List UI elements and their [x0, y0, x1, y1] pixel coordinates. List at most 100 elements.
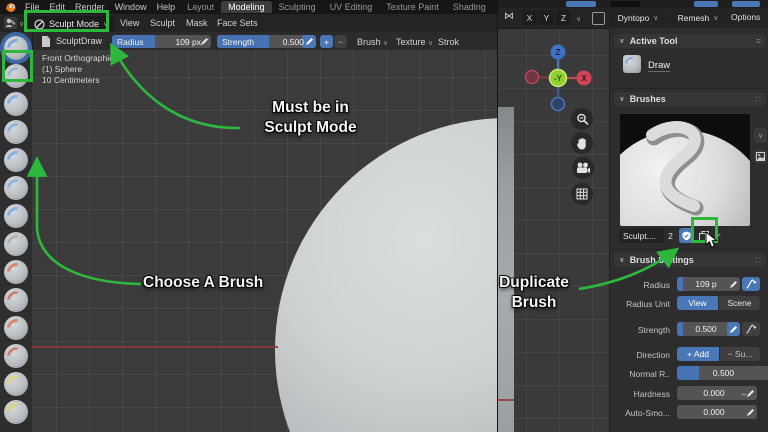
brush-name-field[interactable]: SculptDraw — [56, 36, 102, 46]
magnifier-icon — [576, 113, 588, 125]
editor-type-icon[interactable] — [4, 17, 17, 29]
pen-icon — [730, 325, 737, 333]
sidebar-panel: ∨ Active Tool ≡ Draw ∨ Brushes ∷ ∨ Sculp… — [609, 28, 768, 432]
symmetry-x-toggle[interactable]: X — [522, 10, 537, 25]
blender-logo-icon[interactable] — [5, 2, 16, 13]
mouse-cursor — [705, 231, 718, 248]
menu-sculpt[interactable]: Sculpt — [150, 18, 175, 28]
orientation-gizmo[interactable]: Z X -Y — [520, 36, 598, 116]
chevron-down-icon[interactable]: ∨ — [576, 15, 581, 23]
preview-image-button[interactable] — [754, 150, 767, 163]
sphere-edge-sliver — [498, 107, 514, 432]
brush-preview[interactable] — [620, 114, 750, 226]
menu-stroke[interactable]: Strok — [438, 37, 459, 47]
autosmooth-pen-button[interactable] — [744, 405, 757, 419]
radius-unit-label: Radius Unit — [626, 299, 670, 309]
blender-window: File Edit Render Window Help Layout Mode… — [0, 0, 768, 432]
camera-view-button[interactable] — [572, 157, 594, 179]
brush-name-field[interactable]: Sculpt.... — [619, 228, 667, 243]
toolbar-brush-inflate[interactable] — [4, 176, 28, 200]
brush-settings-section-header[interactable]: ∨ Brush Settings ∷ — [614, 253, 766, 267]
hamburger-icon[interactable]: ≡ — [756, 36, 761, 46]
brush-toolbar — [0, 32, 33, 432]
remesh-dropdown[interactable]: Remesh ∨ — [672, 10, 724, 25]
strength-pressure-button[interactable] — [742, 322, 760, 336]
partial-widget — [610, 1, 640, 7]
workspace-tab-layout[interactable]: Layout — [180, 1, 221, 13]
mirror-icon[interactable]: ⋈ — [504, 11, 514, 22]
annotation-choose-a-brush: Choose A Brush — [143, 274, 264, 291]
workspace-tab-uv-editing[interactable]: UV Editing — [323, 1, 380, 13]
dots-icon: ∷ — [755, 254, 761, 265]
menu-face-sets[interactable]: Face Sets — [217, 18, 258, 28]
menu-mask[interactable]: Mask — [186, 18, 208, 28]
menu-texture[interactable]: Texture ∨ — [396, 37, 433, 47]
annotation-must-be-in-sculpt-mode: Must be in Sculpt Mode — [264, 99, 357, 136]
strength-pen-button[interactable] — [727, 322, 740, 336]
dyntopo-dropdown[interactable]: Dyntopo ∨ — [610, 10, 666, 25]
arrows-horizontal-icon: ↔ — [740, 388, 748, 398]
toolbar-brush-smooth[interactable] — [4, 260, 28, 284]
preview-expand-button[interactable]: ∨ — [754, 128, 767, 143]
chevron-down-icon: ∨ — [619, 96, 625, 103]
workspace-tab-shading[interactable]: Shading — [446, 1, 493, 13]
mask-subtract-button[interactable]: − — [334, 35, 347, 48]
falloff-icon[interactable] — [592, 12, 605, 25]
mask-add-button[interactable]: + — [320, 35, 333, 48]
zoom-button[interactable] — [571, 108, 593, 130]
strength-pressure-button[interactable] — [302, 35, 316, 48]
radius-pressure-button[interactable] — [742, 277, 760, 291]
autosmooth-slider[interactable]: 0.000 — [677, 405, 751, 419]
options-dropdown[interactable]: Options — [731, 12, 760, 22]
image-icon — [756, 152, 765, 161]
x-axis-line — [32, 346, 278, 348]
right-topbar-partial — [498, 0, 768, 8]
normal-radius-slider[interactable]: 0.500 — [677, 366, 768, 380]
active-tool-section-header[interactable]: ∨ Active Tool ≡ — [614, 34, 766, 48]
toolbar-brush-flatten[interactable] — [4, 288, 28, 312]
hardness-slider[interactable]: 0.000 ↔ — [677, 386, 751, 400]
direction-add-button[interactable]: + Add — [677, 347, 719, 361]
toolbar-brush-pinch[interactable] — [4, 344, 28, 368]
menu-window[interactable]: Window — [115, 2, 147, 12]
highlight-box-sculpt-mode — [24, 10, 109, 32]
viewport-overlay-view: Front Orthographic — [42, 53, 114, 63]
toolbar-brush-layer[interactable] — [4, 148, 28, 172]
sphere-object[interactable] — [275, 118, 497, 432]
direction-subtract-button[interactable]: − Su... — [720, 347, 760, 361]
pressure-icon — [745, 324, 756, 334]
strength-slider[interactable]: Strength 0.500 — [217, 35, 309, 48]
active-tool-name[interactable]: Draw — [648, 60, 671, 72]
menu-view[interactable]: View — [120, 18, 139, 28]
radius-pen-button[interactable] — [727, 277, 740, 291]
svg-text:X: X — [581, 74, 587, 83]
toolbar-brush-crease[interactable] — [4, 232, 28, 256]
active-tool-icon[interactable] — [622, 54, 642, 74]
toolbar-brush-clay[interactable] — [4, 92, 28, 116]
normal-radius-label: Normal R.. — [629, 369, 670, 379]
radius-unit-scene-button[interactable]: Scene — [719, 296, 760, 310]
radius-unit-view-button[interactable]: View — [677, 296, 718, 310]
toolbar-brush-grab[interactable] — [4, 372, 28, 396]
symmetry-y-toggle[interactable]: Y — [539, 10, 554, 25]
toolbar-brush-snake-hook[interactable] — [4, 400, 28, 424]
brush-users-count[interactable]: 2 — [664, 228, 677, 243]
grid-toggle-button[interactable] — [571, 183, 593, 205]
toolbar-brush-clay-strips[interactable] — [4, 120, 28, 144]
workspace-tab-sculpting[interactable]: Sculpting — [272, 1, 323, 13]
symmetry-z-toggle[interactable]: Z — [556, 10, 571, 25]
chevron-down-icon: ∨ — [619, 257, 625, 264]
pen-icon — [730, 280, 737, 288]
brushes-section-header[interactable]: ∨ Brushes ∷ — [614, 92, 766, 106]
autosmooth-label: Auto-Smo... — [625, 408, 670, 418]
radius-slider[interactable]: Radius 109 px — [112, 35, 206, 48]
shield-icon — [682, 231, 691, 240]
workspace-tab-modeling[interactable]: Modeling — [221, 1, 272, 13]
pen-icon — [305, 38, 313, 45]
pan-button[interactable] — [571, 132, 593, 154]
menu-brush[interactable]: Brush ∨ — [357, 37, 388, 47]
toolbar-brush-blob[interactable] — [4, 204, 28, 228]
workspace-tab-texture-paint[interactable]: Texture Paint — [379, 1, 446, 13]
toolbar-brush-scrape[interactable] — [4, 316, 28, 340]
menu-help[interactable]: Help — [157, 2, 176, 12]
